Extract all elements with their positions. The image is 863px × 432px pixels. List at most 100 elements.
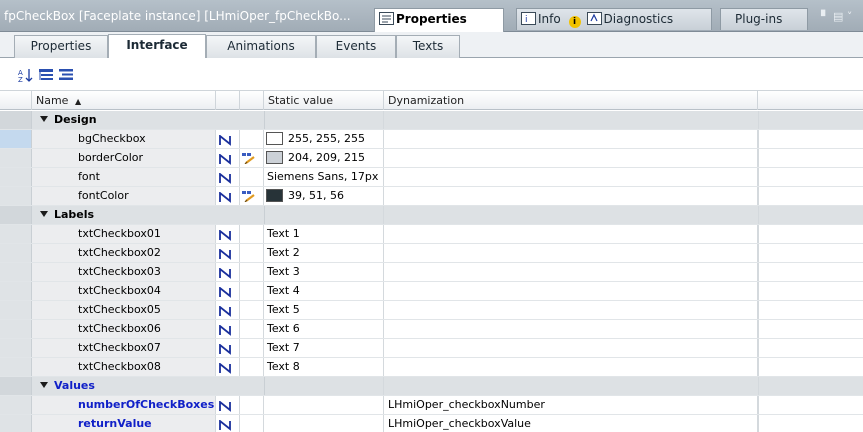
edit-cell[interactable]	[240, 187, 264, 205]
group-name-cell[interactable]: Design	[32, 111, 264, 129]
dynamization-icon[interactable]	[219, 400, 232, 412]
property-row[interactable]: fontColor 39, 51, 56	[0, 187, 863, 206]
expand-triangle-icon[interactable]	[40, 382, 48, 388]
row-header[interactable]	[0, 377, 32, 395]
row-header[interactable]	[0, 282, 32, 300]
property-name-cell[interactable]: txtCheckbox02	[32, 244, 216, 262]
dynamization-cell[interactable]	[384, 168, 758, 186]
row-header[interactable]	[0, 358, 32, 376]
group-row[interactable]: Labels	[0, 206, 863, 225]
dynamization-icon[interactable]	[219, 191, 232, 203]
static-value-cell[interactable]: Text 4	[264, 282, 384, 300]
static-value-cell[interactable]: 255, 255, 255	[264, 130, 384, 148]
group-name-cell[interactable]: Values	[32, 377, 264, 395]
tab-plugins[interactable]: Plug-ins	[720, 8, 808, 30]
expand-triangle-icon[interactable]	[40, 211, 48, 217]
edit-color-icon[interactable]	[242, 152, 256, 165]
row-header[interactable]	[0, 168, 32, 186]
dynamization-icon[interactable]	[219, 172, 232, 184]
dynamization-toggle-cell[interactable]	[216, 168, 240, 186]
row-header[interactable]	[0, 130, 32, 148]
dynamization-icon[interactable]	[219, 248, 232, 260]
property-row[interactable]: txtCheckbox02 Text 2	[0, 244, 863, 263]
static-value-cell[interactable]: Text 3	[264, 263, 384, 281]
row-header[interactable]	[0, 111, 32, 129]
property-row[interactable]: txtCheckbox03 Text 3	[0, 263, 863, 282]
dynamization-toggle-cell[interactable]	[216, 301, 240, 319]
row-header[interactable]	[0, 320, 32, 338]
dynamization-toggle-cell[interactable]	[216, 320, 240, 338]
property-name-cell[interactable]: borderColor	[32, 149, 216, 167]
dynamization-toggle-cell[interactable]	[216, 339, 240, 357]
group-row[interactable]: Design	[0, 111, 863, 130]
group-name-cell[interactable]: Labels	[32, 206, 264, 224]
dynamization-cell[interactable]	[384, 130, 758, 148]
property-name-cell[interactable]: txtCheckbox08	[32, 358, 216, 376]
row-header[interactable]	[0, 244, 32, 262]
property-name-cell[interactable]: font	[32, 168, 216, 186]
dynamization-cell[interactable]	[384, 244, 758, 262]
tab-info[interactable]: i Info i Diagnostics	[516, 8, 712, 30]
property-row[interactable]: borderColor 204, 209, 215	[0, 149, 863, 168]
dynamization-icon[interactable]	[219, 419, 232, 431]
row-header[interactable]	[0, 206, 32, 224]
subtab-properties[interactable]: Properties	[14, 35, 108, 58]
property-row[interactable]: bgCheckbox 255, 255, 255	[0, 130, 863, 149]
property-name-cell[interactable]: txtCheckbox04	[32, 282, 216, 300]
row-header[interactable]	[0, 263, 32, 281]
static-value-cell[interactable]: Siemens Sans, 17px	[264, 168, 384, 186]
sort-az-icon[interactable]: AZ	[18, 67, 34, 84]
property-row[interactable]: numberOfCheckBoxes LHmiOper_checkboxNumbe…	[0, 396, 863, 415]
property-name-cell[interactable]: txtCheckbox03	[32, 263, 216, 281]
column-static-value[interactable]: Static value	[264, 91, 384, 110]
expand-tree-icon[interactable]	[38, 67, 54, 83]
dynamization-toggle-cell[interactable]	[216, 187, 240, 205]
dynamization-cell[interactable]	[384, 320, 758, 338]
dynamization-cell[interactable]	[384, 263, 758, 281]
dynamization-icon[interactable]	[219, 134, 232, 146]
row-header[interactable]	[0, 396, 32, 414]
static-value-cell[interactable]: Text 1	[264, 225, 384, 243]
subtab-interface[interactable]: Interface	[108, 34, 206, 59]
dynamization-icon[interactable]	[219, 324, 232, 336]
dynamization-icon[interactable]	[219, 362, 232, 374]
static-value-cell[interactable]: Text 5	[264, 301, 384, 319]
dynamization-icon[interactable]	[219, 153, 232, 165]
dynamization-icon[interactable]	[219, 229, 232, 241]
pin-icon[interactable]: ▘	[821, 10, 829, 23]
dynamization-icon[interactable]	[219, 343, 232, 355]
dynamization-icon[interactable]	[219, 267, 232, 279]
property-name-cell[interactable]: returnValue	[32, 415, 216, 432]
dynamization-toggle-cell[interactable]	[216, 396, 240, 414]
property-name-cell[interactable]: txtCheckbox01	[32, 225, 216, 243]
property-row[interactable]: font Siemens Sans, 17px	[0, 168, 863, 187]
edit-cell[interactable]	[240, 149, 264, 167]
window-controls[interactable]: ▘ ▤ ˅	[821, 10, 857, 24]
dynamization-toggle-cell[interactable]	[216, 130, 240, 148]
dynamization-toggle-cell[interactable]	[216, 263, 240, 281]
dynamization-cell[interactable]	[384, 149, 758, 167]
row-header[interactable]	[0, 149, 32, 167]
property-row[interactable]: txtCheckbox08 Text 8	[0, 358, 863, 377]
static-value-cell[interactable]: Text 7	[264, 339, 384, 357]
row-header[interactable]	[0, 225, 32, 243]
row-header[interactable]	[0, 187, 32, 205]
subtab-animations[interactable]: Animations	[206, 35, 316, 58]
tab-properties[interactable]: Properties	[374, 8, 504, 32]
static-value-cell[interactable]: Text 6	[264, 320, 384, 338]
property-name-cell[interactable]: numberOfCheckBoxes	[32, 396, 216, 414]
static-value-cell[interactable]: Text 8	[264, 358, 384, 376]
row-header[interactable]	[0, 301, 32, 319]
property-row[interactable]: txtCheckbox04 Text 4	[0, 282, 863, 301]
dynamization-cell[interactable]	[384, 358, 758, 376]
property-name-cell[interactable]: txtCheckbox06	[32, 320, 216, 338]
dynamization-toggle-cell[interactable]	[216, 225, 240, 243]
column-name[interactable]: Name ▲	[32, 91, 216, 110]
row-header[interactable]	[0, 415, 32, 432]
property-name-cell[interactable]: bgCheckbox	[32, 130, 216, 148]
dynamization-toggle-cell[interactable]	[216, 358, 240, 376]
static-value-cell[interactable]	[264, 415, 384, 432]
property-row[interactable]: returnValue LHmiOper_checkboxValue	[0, 415, 863, 432]
static-value-cell[interactable]: Text 2	[264, 244, 384, 262]
dynamization-cell[interactable]	[384, 301, 758, 319]
